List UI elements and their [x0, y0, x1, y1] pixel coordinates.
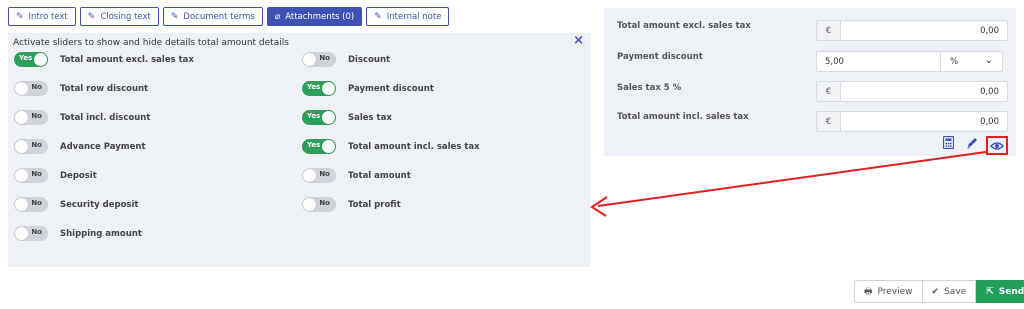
- action-bar: 🖶 Preview ✔ Save ⇱ Send: [854, 280, 1024, 303]
- send-button[interactable]: ⇱ Send: [976, 280, 1024, 303]
- annotation-arrow: [590, 151, 987, 217]
- printer-icon: 🖶: [864, 286, 873, 297]
- preview-button[interactable]: 🖶 Preview: [854, 280, 923, 303]
- preview-label: Preview: [877, 286, 913, 297]
- send-label: Send: [998, 286, 1024, 297]
- check-circle-icon: ✔: [931, 286, 940, 297]
- document-editor: ✎ Intro text ✎ Closing text ✎ Document term…: [0, 0, 1024, 309]
- save-button[interactable]: ✔ Save: [922, 280, 977, 303]
- save-label: Save: [944, 286, 967, 297]
- external-link-icon: ⇱: [986, 286, 994, 297]
